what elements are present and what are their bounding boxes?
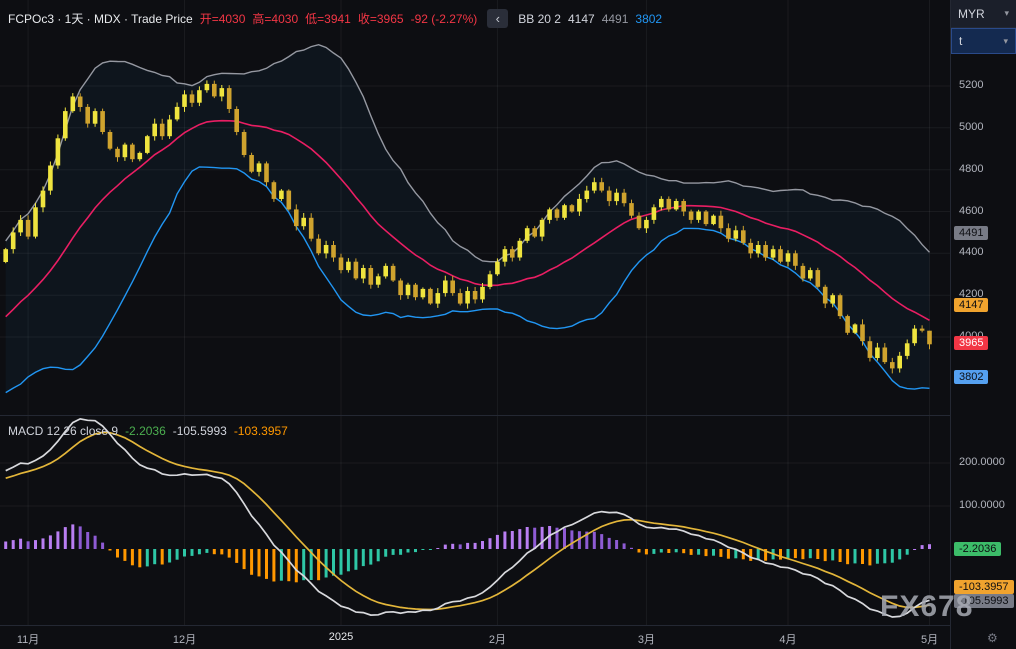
macd-indicator-title[interactable]: MACD 12 26 close 9 [8, 424, 118, 438]
price-tick-label: 4400 [959, 246, 984, 259]
macd-legend: MACD 12 26 close 9 -2.2036 -105.5993 -10… [8, 424, 288, 438]
price-badge: 3965 [954, 336, 989, 351]
bb-lower-value: 3802 [635, 11, 663, 26]
ohlc-open: 开=4030 [199, 12, 246, 26]
macd-badge: -2.2036 [954, 541, 1002, 556]
time-tick-label: 4月 [779, 634, 797, 646]
macd-line-value: -105.5993 [172, 424, 227, 438]
time-tick-label: 3月 [637, 634, 655, 646]
bb-indicator-title[interactable]: BB 20 2 [518, 12, 561, 26]
price-badge: 3802 [954, 370, 989, 385]
candlestick-chart[interactable] [0, 0, 950, 415]
macd-signal-value: -103.3957 [233, 424, 288, 438]
price-badge: 4491 [954, 226, 989, 241]
time-axis[interactable]: 11月 12月 2025 2月 3月 4月 5月 [0, 625, 950, 649]
currency-select-value: MYR [958, 6, 985, 21]
macd-tick-label: 100.0000 [959, 499, 1005, 511]
price-badge: 4147 [954, 298, 989, 313]
chevron-down-icon: ▾ [1004, 8, 1009, 18]
trading-chart-app: FCPOc3 · 1天 · MDX · Trade Price 开=4030 高… [0, 0, 1016, 649]
symbol-title[interactable]: FCPOc3 · 1天 · MDX · Trade Price [8, 10, 193, 27]
macd-hist-value: -2.2036 [125, 424, 166, 438]
time-tick-label: 11月 [16, 634, 40, 646]
watermark: FX678 [880, 590, 974, 623]
unit-select-value: t [959, 34, 963, 48]
bb-upper-value: 4491 [601, 11, 629, 26]
collapse-legend-button[interactable]: ‹ [487, 9, 509, 28]
time-tick-label: 2月 [488, 634, 506, 646]
time-tick-label: 2025 [328, 631, 354, 643]
price-tick-label: 4800 [959, 162, 984, 175]
macd-tick-label: 200.0000 [959, 456, 1005, 468]
price-tick-label: 5000 [959, 120, 984, 133]
ohlc-low: 低=3941 [305, 12, 351, 26]
macd-pane[interactable] [0, 415, 950, 625]
unit-select[interactable]: t ▾ [951, 28, 1016, 54]
ohlc-change: -92 (-2.27%) [410, 11, 478, 26]
price-tick-label: 4600 [959, 204, 984, 217]
chevron-down-icon: ▾ [1003, 35, 1008, 46]
price-pane[interactable] [0, 0, 950, 415]
price-legend: FCPOc3 · 1天 · MDX · Trade Price 开=4030 高… [8, 9, 662, 28]
ohlc-high: 高=4030 [252, 12, 299, 26]
ohlc-close: 收=3965 [357, 12, 404, 26]
settings-icon[interactable]: ⚙ [987, 631, 998, 645]
time-tick-label: 12月 [172, 634, 197, 646]
macd-chart[interactable] [0, 416, 950, 625]
bb-basis-value: 4147 [567, 11, 595, 26]
price-scale-axis[interactable]: MYR ▾ t ▾ 520050004800460044004200400020… [950, 0, 1016, 649]
time-tick-label: 5月 [920, 634, 939, 646]
currency-select[interactable]: MYR ▾ [951, 0, 1016, 28]
price-tick-label: 5200 [959, 79, 984, 91]
